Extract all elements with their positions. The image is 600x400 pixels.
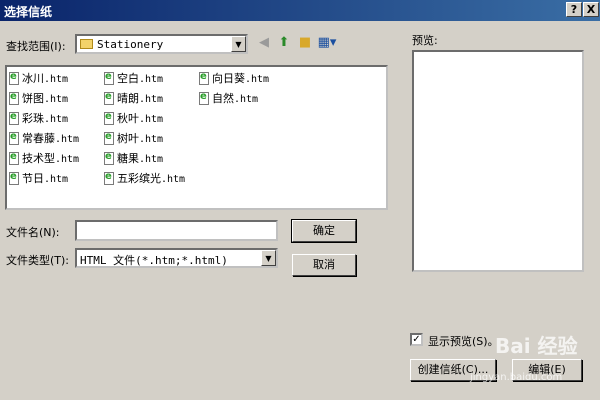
lookin-value: Stationery [97, 38, 164, 51]
list-item[interactable]: 晴朗.htm [104, 90, 163, 106]
list-item[interactable]: 向日葵.htm [199, 70, 269, 86]
close-button[interactable]: X [583, 2, 599, 17]
html-file-icon [199, 71, 209, 85]
chevron-down-icon[interactable]: ▼ [261, 250, 276, 266]
baidu-watermark-url: jingyan.baidu.com [470, 372, 563, 383]
folder-icon [80, 39, 93, 49]
html-file-icon [104, 111, 114, 125]
back-icon[interactable]: ◀ [256, 35, 272, 51]
list-item[interactable]: 饼图.htm [9, 90, 68, 106]
filename-label: 文件名(N): [6, 226, 60, 239]
title-bar[interactable]: 选择信纸 ? X [0, 0, 600, 21]
html-file-icon [9, 91, 19, 105]
baidu-watermark: Bai 经验 [495, 334, 578, 358]
ok-button[interactable]: 确定 [291, 219, 357, 243]
list-item[interactable]: 节日.htm [9, 170, 68, 186]
list-item[interactable]: 技术型.htm [9, 150, 79, 166]
show-preview-label[interactable]: 显示预览(S)。 [428, 333, 499, 349]
list-item[interactable]: 五彩缤光.htm [104, 170, 185, 186]
cancel-button[interactable]: 取消 [292, 254, 356, 276]
html-file-icon [9, 151, 19, 165]
lookin-combo[interactable]: Stationery ▼ [75, 34, 248, 54]
list-item[interactable]: 空白.htm [104, 70, 163, 86]
html-file-icon [104, 131, 114, 145]
html-file-icon [104, 91, 114, 105]
filetype-label: 文件类型(T): [6, 254, 70, 267]
html-file-icon [9, 131, 19, 145]
filetype-combo[interactable]: HTML 文件(*.htm;*.html) ▼ [75, 248, 278, 268]
list-item[interactable]: 自然.htm [199, 90, 258, 106]
filetype-value: HTML 文件(*.htm;*.html) [80, 254, 228, 267]
show-preview-checkbox[interactable]: ✓ [410, 333, 423, 346]
up-folder-icon[interactable]: ⬆ [276, 35, 292, 51]
list-item[interactable]: 秋叶.htm [104, 110, 163, 126]
html-file-icon [199, 91, 209, 105]
list-item[interactable]: 树叶.htm [104, 130, 163, 146]
preview-pane [412, 50, 584, 272]
html-file-icon [9, 171, 19, 185]
preview-label: 预览: [412, 34, 438, 47]
html-file-icon [9, 111, 19, 125]
view-menu-icon[interactable]: ▦▾ [317, 35, 337, 51]
choose-stationery-dialog: 选择信纸 ? X 查找范围(I): Stationery ▼ ◀ ⬆ ■ ▦▾ … [0, 0, 600, 400]
html-file-icon [104, 171, 114, 185]
help-button[interactable]: ? [566, 2, 582, 17]
new-folder-icon[interactable]: ■ [297, 35, 313, 51]
html-file-icon [104, 151, 114, 165]
list-item[interactable]: 糖果.htm [104, 150, 163, 166]
list-item[interactable]: 冰川.htm [9, 70, 68, 86]
html-file-icon [104, 71, 114, 85]
list-item[interactable]: 常春藤.htm [9, 130, 79, 146]
html-file-icon [9, 71, 19, 85]
chevron-down-icon[interactable]: ▼ [231, 36, 246, 52]
window-title: 选择信纸 [4, 5, 53, 19]
lookin-label: 查找范围(I): [6, 40, 66, 53]
filename-input[interactable] [75, 220, 278, 241]
list-item[interactable]: 彩珠.htm [9, 110, 68, 126]
file-list[interactable]: 冰川.htm 饼图.htm 彩珠.htm 常春藤.htm 技术型.htm 节日.… [5, 65, 388, 210]
